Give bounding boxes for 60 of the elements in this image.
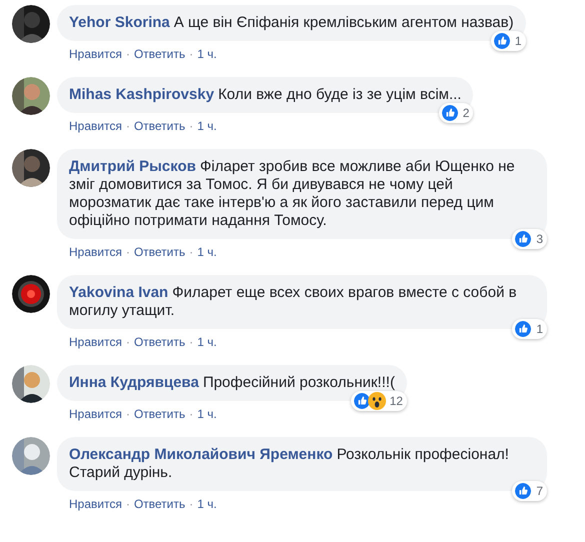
action-link[interactable]: Нравится: [69, 244, 122, 260]
author-name[interactable]: Олександр Миколайович Яременко: [69, 446, 333, 463]
separator-dot: ·: [126, 334, 130, 350]
action-link[interactable]: Ответить: [134, 244, 186, 260]
action-link[interactable]: Ответить: [134, 334, 186, 350]
action-link[interactable]: Нравится: [69, 334, 122, 350]
reaction-badge[interactable]: 2: [438, 103, 474, 123]
author-name[interactable]: Yakovina Ivan: [69, 284, 168, 301]
timestamp[interactable]: 1 ч.: [197, 334, 217, 350]
separator-dot: ·: [126, 406, 130, 422]
reaction-badge[interactable]: 1: [512, 319, 547, 339]
timestamp[interactable]: 1 ч.: [197, 46, 217, 62]
reaction-badge[interactable]: 7: [512, 481, 547, 501]
comment-text: Mihas Kashpirovsky Коли вже дно буде із зе уцім всім...: [69, 86, 462, 104]
comment-text: Инна Кудрявцева Професійний розкольник!!!(: [69, 374, 395, 392]
author-name[interactable]: Mihas Kashpirovsky: [69, 86, 214, 103]
surprised-face-icon: [368, 392, 386, 410]
separator-dot: ·: [189, 406, 194, 422]
separator-dot: ·: [126, 244, 130, 260]
author-name[interactable]: Yehor Skorina: [69, 14, 170, 31]
thumbs-up-icon: [514, 320, 532, 338]
author-name[interactable]: Инна Кудрявцева: [69, 374, 199, 391]
reaction-badge[interactable]: 12: [350, 391, 407, 411]
action-link[interactable]: Ответить: [134, 406, 186, 422]
action-link[interactable]: Нравится: [69, 118, 122, 134]
comment-text: Дмитрий Рысков Філарет зробив все можливе аби Ющенко не зміг домовитися за Томос. Я би дивувався не чому цей морозматик дає таке інтерв'ю а як його заставили перед цим офіційно потримати надання Томосу.: [69, 158, 516, 230]
action-link[interactable]: Нравится: [69, 406, 122, 422]
comment-text: Олександр Миколайович Яременко Розкольнік професіонал! Старий дурінь.: [69, 446, 510, 482]
thumbs-up-icon: [514, 230, 532, 248]
separator-dot: ·: [189, 496, 194, 512]
reaction-badge[interactable]: 3: [512, 229, 547, 249]
author-name[interactable]: Дмитрий Рысков: [69, 158, 196, 175]
action-link[interactable]: Ответить: [134, 46, 186, 62]
timestamp[interactable]: 1 ч.: [197, 244, 217, 260]
reaction-count: 7: [536, 483, 543, 500]
separator-dot: ·: [189, 118, 194, 134]
thumbs-up-icon: [514, 482, 532, 500]
separator-dot: ·: [126, 118, 130, 134]
reaction-badge[interactable]: 1: [490, 31, 526, 51]
separator-dot: ·: [126, 46, 130, 62]
timestamp[interactable]: 1 ч.: [197, 496, 217, 512]
separator-dot: ·: [189, 334, 194, 350]
reaction-count: 12: [390, 393, 403, 410]
reaction-count: 2: [462, 105, 470, 122]
thumbs-up-icon: [492, 32, 511, 50]
action-link[interactable]: Нравится: [69, 46, 122, 62]
action-link[interactable]: Нравится: [69, 496, 122, 512]
comment-text: Yehor Skorina А ще він Єпіфанія кремлівським агентом назвав): [69, 14, 514, 32]
separator-dot: ·: [126, 496, 130, 512]
separator-dot: ·: [189, 244, 194, 260]
comment-text: Yakovina Ivan Филарет еще всех своих врагов вместе с собой в могилу утащит.: [69, 284, 518, 320]
reaction-count: 3: [536, 231, 543, 248]
action-link[interactable]: Ответить: [134, 496, 186, 512]
timestamp[interactable]: 1 ч.: [197, 406, 217, 422]
thumbs-up-icon: [440, 104, 459, 122]
timestamp[interactable]: 1 ч.: [197, 118, 217, 134]
reaction-count: 1: [536, 321, 543, 338]
action-link[interactable]: Ответить: [134, 118, 186, 134]
reaction-count: 1: [514, 33, 522, 50]
separator-dot: ·: [189, 46, 194, 62]
